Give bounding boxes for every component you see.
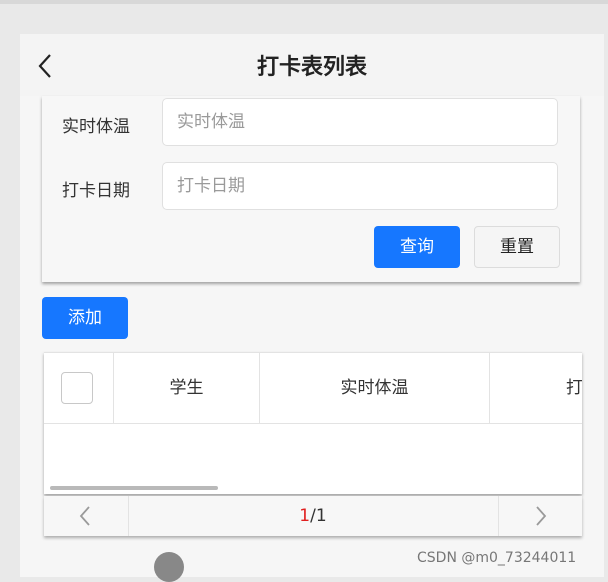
pager-divider (498, 496, 499, 536)
query-button[interactable]: 查询 (374, 226, 460, 268)
current-page: 1 (299, 506, 311, 526)
column-header-student[interactable]: 学生 (114, 353, 260, 423)
floating-button[interactable] (154, 552, 184, 582)
temperature-input[interactable]: 实时体温 (162, 98, 558, 146)
page-indicator: 1/1 (128, 496, 498, 536)
data-table: 学生 实时体温 打 (44, 352, 582, 494)
app-screen: 打卡表列表 实时体温 实时体温 打卡日期 打卡日期 查询 重置 添加 学生 实时… (20, 34, 604, 577)
column-header-date[interactable]: 打 (490, 353, 582, 423)
watermark: CSDN @m0_73244011 (417, 550, 577, 566)
top-strip (0, 0, 608, 4)
select-all-checkbox[interactable] (61, 372, 93, 404)
reset-button[interactable]: 重置 (474, 226, 560, 268)
table-header: 学生 实时体温 打 (44, 352, 582, 424)
horizontal-scrollbar[interactable] (50, 486, 218, 490)
next-page-button[interactable] (530, 504, 550, 528)
pagination: 1/1 (44, 496, 582, 536)
date-label: 打卡日期 (62, 181, 130, 201)
navbar: 打卡表列表 (20, 34, 604, 96)
chevron-right-icon (536, 506, 547, 526)
add-button[interactable]: 添加 (42, 297, 128, 339)
select-all-cell (44, 353, 114, 423)
chevron-left-icon (79, 506, 90, 526)
prev-page-button[interactable] (76, 504, 96, 528)
date-input[interactable]: 打卡日期 (162, 162, 558, 210)
page-title: 打卡表列表 (256, 55, 367, 80)
search-panel: 实时体温 实时体温 打卡日期 打卡日期 查询 重置 (42, 96, 580, 282)
total-pages: 1 (315, 506, 327, 526)
temperature-label: 实时体温 (62, 117, 130, 137)
column-header-temperature[interactable]: 实时体温 (260, 353, 490, 423)
